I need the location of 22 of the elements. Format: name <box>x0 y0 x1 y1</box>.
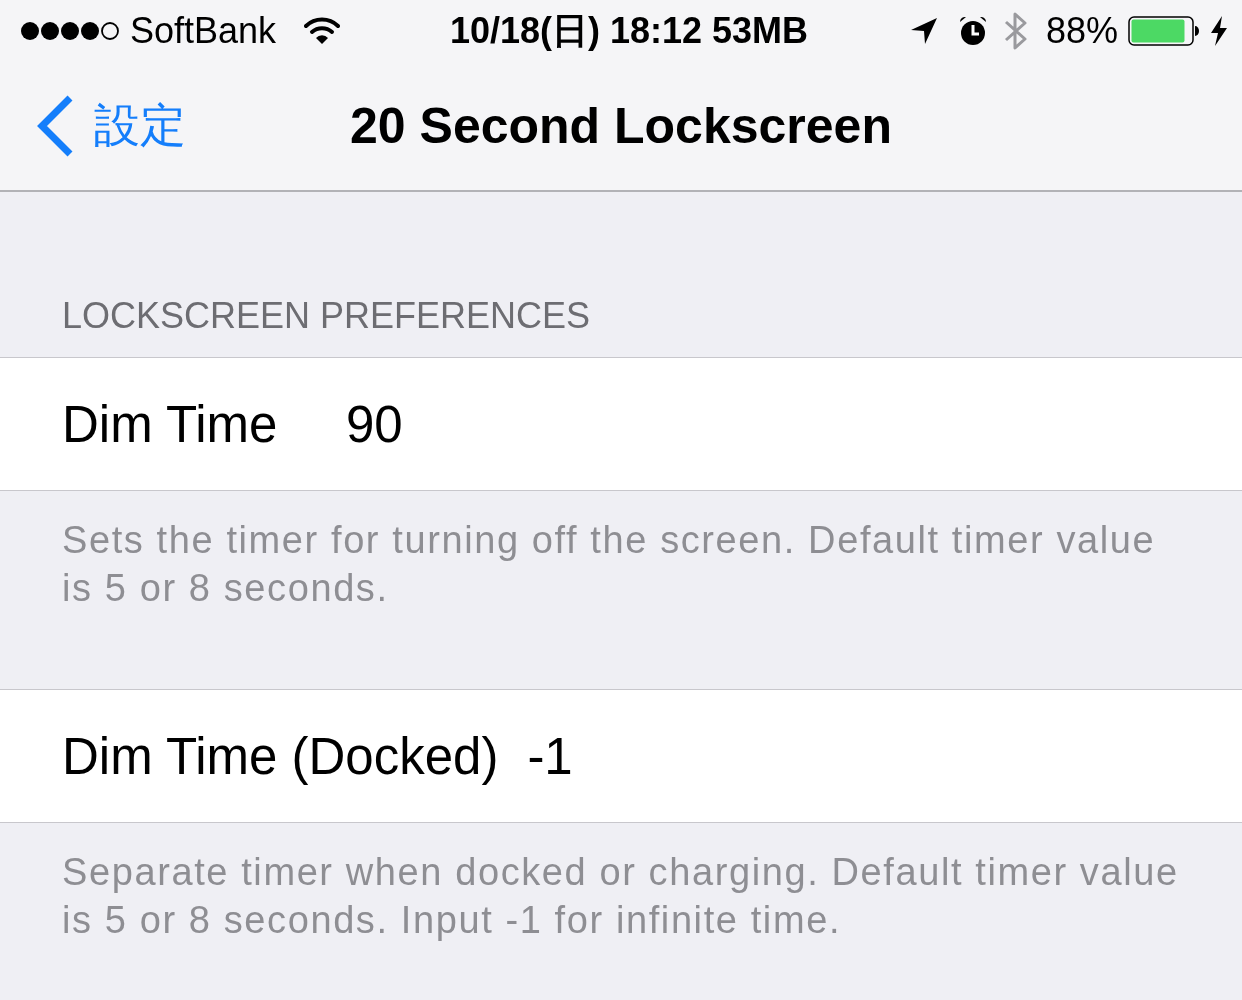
input-field[interactable]: -1 <box>527 724 1180 788</box>
battery-icon <box>1128 16 1200 46</box>
field-label: Dim Time <box>62 394 279 454</box>
text-field-row[interactable]: Dim Time (Docked) -1 <box>0 689 1242 823</box>
field-description: Separate timer when docked or charging. Default timer value is 5 or 8 seconds. Input -1 for infinite time. <box>62 850 1180 943</box>
battery-percentage: 88% <box>1045 10 1118 52</box>
field-label: Dim Time (Docked) <box>62 726 499 786</box>
bluetooth-icon <box>1003 12 1028 50</box>
alarm-clock-icon <box>957 16 988 46</box>
screen-title: 20 Second Lockscreen <box>350 97 892 155</box>
signal-strength-icon <box>20 21 120 41</box>
field-description: Sets the timer for turning off the screen. Default timer value is 5 or 8 seconds. <box>62 518 1157 611</box>
back-chevron-icon <box>36 95 74 157</box>
text-field-row[interactable]: Dim Time 90 <box>0 357 1242 491</box>
location-arrow-icon <box>909 17 938 45</box>
status-time: 10/18(日) 18:12 53MB <box>448 8 809 53</box>
back-button[interactable]: 設定 <box>36 95 186 157</box>
input-field[interactable]: 90 <box>346 392 1180 456</box>
charging-bolt-icon <box>1210 16 1228 46</box>
carrier-name: SoftBank <box>130 10 277 52</box>
section-header: LOCKSCREEN PREFERENCES <box>62 295 591 337</box>
wifi-icon <box>304 17 341 45</box>
